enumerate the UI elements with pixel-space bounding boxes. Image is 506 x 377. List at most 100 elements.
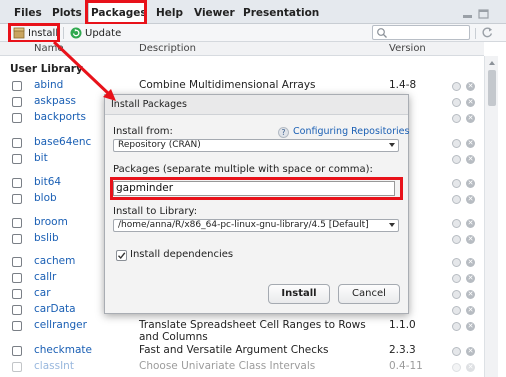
globe-icon[interactable]	[452, 347, 461, 356]
globe-icon[interactable]	[452, 139, 461, 148]
package-checkbox[interactable]	[12, 138, 22, 148]
package-name-link[interactable]: checkmate	[34, 344, 92, 356]
package-name-link[interactable]: askpass	[34, 95, 76, 107]
package-name-link[interactable]: bit64	[34, 176, 61, 188]
install-button-label: Install	[28, 27, 59, 39]
scroll-up-icon[interactable]	[485, 58, 499, 68]
globe-icon[interactable]	[452, 179, 461, 188]
update-icon	[70, 27, 82, 39]
globe-icon[interactable]	[452, 306, 461, 315]
package-checkbox[interactable]	[12, 346, 22, 356]
globe-icon[interactable]	[452, 363, 461, 372]
maximize-pane-icon[interactable]	[478, 9, 489, 19]
remove-icon[interactable]: ✕	[466, 219, 475, 228]
globe-icon[interactable]	[452, 82, 461, 91]
tab-viewer[interactable]: Viewer	[192, 3, 235, 24]
remove-icon[interactable]: ✕	[466, 98, 475, 107]
dialog-install-button[interactable]: Install	[268, 284, 330, 304]
remove-icon[interactable]: ✕	[466, 114, 475, 123]
configure-repositories-link[interactable]: Configuring Repositories	[293, 126, 409, 137]
package-checkbox[interactable]	[12, 154, 22, 164]
search-input[interactable]	[372, 25, 470, 40]
package-checkbox[interactable]	[12, 321, 22, 331]
column-header-name[interactable]: Name	[34, 42, 64, 56]
package-name-link[interactable]: callr	[34, 271, 56, 283]
column-header-description[interactable]: Description	[139, 42, 196, 56]
dialog-cancel-button[interactable]: Cancel	[338, 284, 400, 304]
chevron-down-icon	[389, 223, 395, 227]
install-dependencies-checkbox[interactable]	[116, 250, 127, 261]
library-value: /home/anna/R/x86_64-pc-linux-gnu-library…	[118, 220, 369, 230]
package-name-link[interactable]: abind	[34, 79, 63, 91]
package-name-link[interactable]: bit	[34, 152, 48, 164]
remove-icon[interactable]: ✕	[466, 155, 475, 164]
remove-icon[interactable]: ✕	[466, 139, 475, 148]
package-name-link[interactable]: broom	[34, 216, 68, 228]
remove-icon[interactable]: ✕	[466, 195, 475, 204]
globe-icon[interactable]	[452, 290, 461, 299]
package-name-link[interactable]: bslib	[34, 232, 59, 244]
package-name-link[interactable]: backports	[34, 111, 86, 123]
globe-icon[interactable]	[452, 219, 461, 228]
remove-icon[interactable]: ✕	[466, 290, 475, 299]
packages-input[interactable]: gapminder	[113, 181, 395, 196]
globe-icon[interactable]	[452, 274, 461, 283]
globe-icon[interactable]	[452, 258, 461, 267]
toolbar-divider	[63, 27, 64, 39]
package-checkbox[interactable]	[12, 289, 22, 299]
package-checkbox[interactable]	[12, 305, 22, 315]
package-checkbox[interactable]	[12, 113, 22, 123]
package-description: Choose Univariate Class Intervals	[139, 360, 316, 372]
package-checkbox[interactable]	[12, 234, 22, 244]
tab-packages[interactable]: Packages	[88, 2, 147, 25]
install-button[interactable]: Install	[13, 24, 58, 42]
package-name-link[interactable]: cachem	[34, 255, 75, 267]
remove-icon[interactable]: ✕	[466, 179, 475, 188]
remove-icon[interactable]: ✕	[466, 82, 475, 91]
package-name-link[interactable]: base64enc	[34, 136, 91, 148]
remove-icon[interactable]: ✕	[466, 363, 475, 372]
remove-icon[interactable]: ✕	[466, 306, 475, 315]
package-name-link[interactable]: carData	[34, 303, 76, 315]
globe-icon[interactable]	[452, 114, 461, 123]
package-name-link[interactable]: classInt	[34, 360, 74, 372]
package-name-link[interactable]: blob	[34, 192, 57, 204]
library-select[interactable]: /home/anna/R/x86_64-pc-linux-gnu-library…	[113, 219, 399, 232]
package-checkbox[interactable]	[12, 97, 22, 107]
tab-help[interactable]: Help	[154, 3, 183, 24]
install-dependencies-label[interactable]: Install dependencies	[130, 249, 233, 260]
tab-presentation[interactable]: Presentation	[241, 3, 319, 24]
remove-icon[interactable]: ✕	[466, 322, 475, 331]
package-name-link[interactable]: car	[34, 287, 51, 299]
globe-icon[interactable]	[452, 155, 461, 164]
remove-icon[interactable]: ✕	[466, 274, 475, 283]
refresh-icon[interactable]	[481, 26, 494, 39]
remove-icon[interactable]: ✕	[466, 347, 475, 356]
scrollbar-thumb[interactable]	[488, 70, 496, 106]
package-checkbox[interactable]	[12, 218, 22, 228]
table-row: abind Combine Multidimensional Arrays 1.…	[0, 78, 484, 94]
package-checkbox[interactable]	[12, 273, 22, 283]
package-checkbox[interactable]	[12, 81, 22, 91]
update-button[interactable]: Update	[70, 24, 121, 42]
tab-files[interactable]: Files	[12, 3, 42, 24]
globe-icon[interactable]	[452, 322, 461, 331]
package-name-link[interactable]: cellranger	[34, 319, 87, 331]
package-checkbox[interactable]	[12, 362, 22, 372]
vertical-scrollbar[interactable]	[484, 56, 498, 377]
package-checkbox[interactable]	[12, 178, 22, 188]
search-icon	[377, 28, 387, 38]
globe-icon[interactable]	[452, 98, 461, 107]
column-header-version[interactable]: Version	[389, 42, 426, 56]
package-description: Fast and Versatile Argument Checks	[139, 344, 329, 356]
install-from-select[interactable]: Repository (CRAN)	[113, 139, 399, 152]
globe-icon[interactable]	[452, 195, 461, 204]
remove-icon[interactable]: ✕	[466, 235, 475, 244]
remove-icon[interactable]: ✕	[466, 258, 475, 267]
minimize-pane-icon[interactable]	[462, 9, 473, 19]
help-icon[interactable]: ?	[278, 127, 289, 138]
tab-plots[interactable]: Plots	[50, 3, 82, 24]
globe-icon[interactable]	[452, 235, 461, 244]
package-checkbox[interactable]	[12, 194, 22, 204]
package-checkbox[interactable]	[12, 257, 22, 267]
